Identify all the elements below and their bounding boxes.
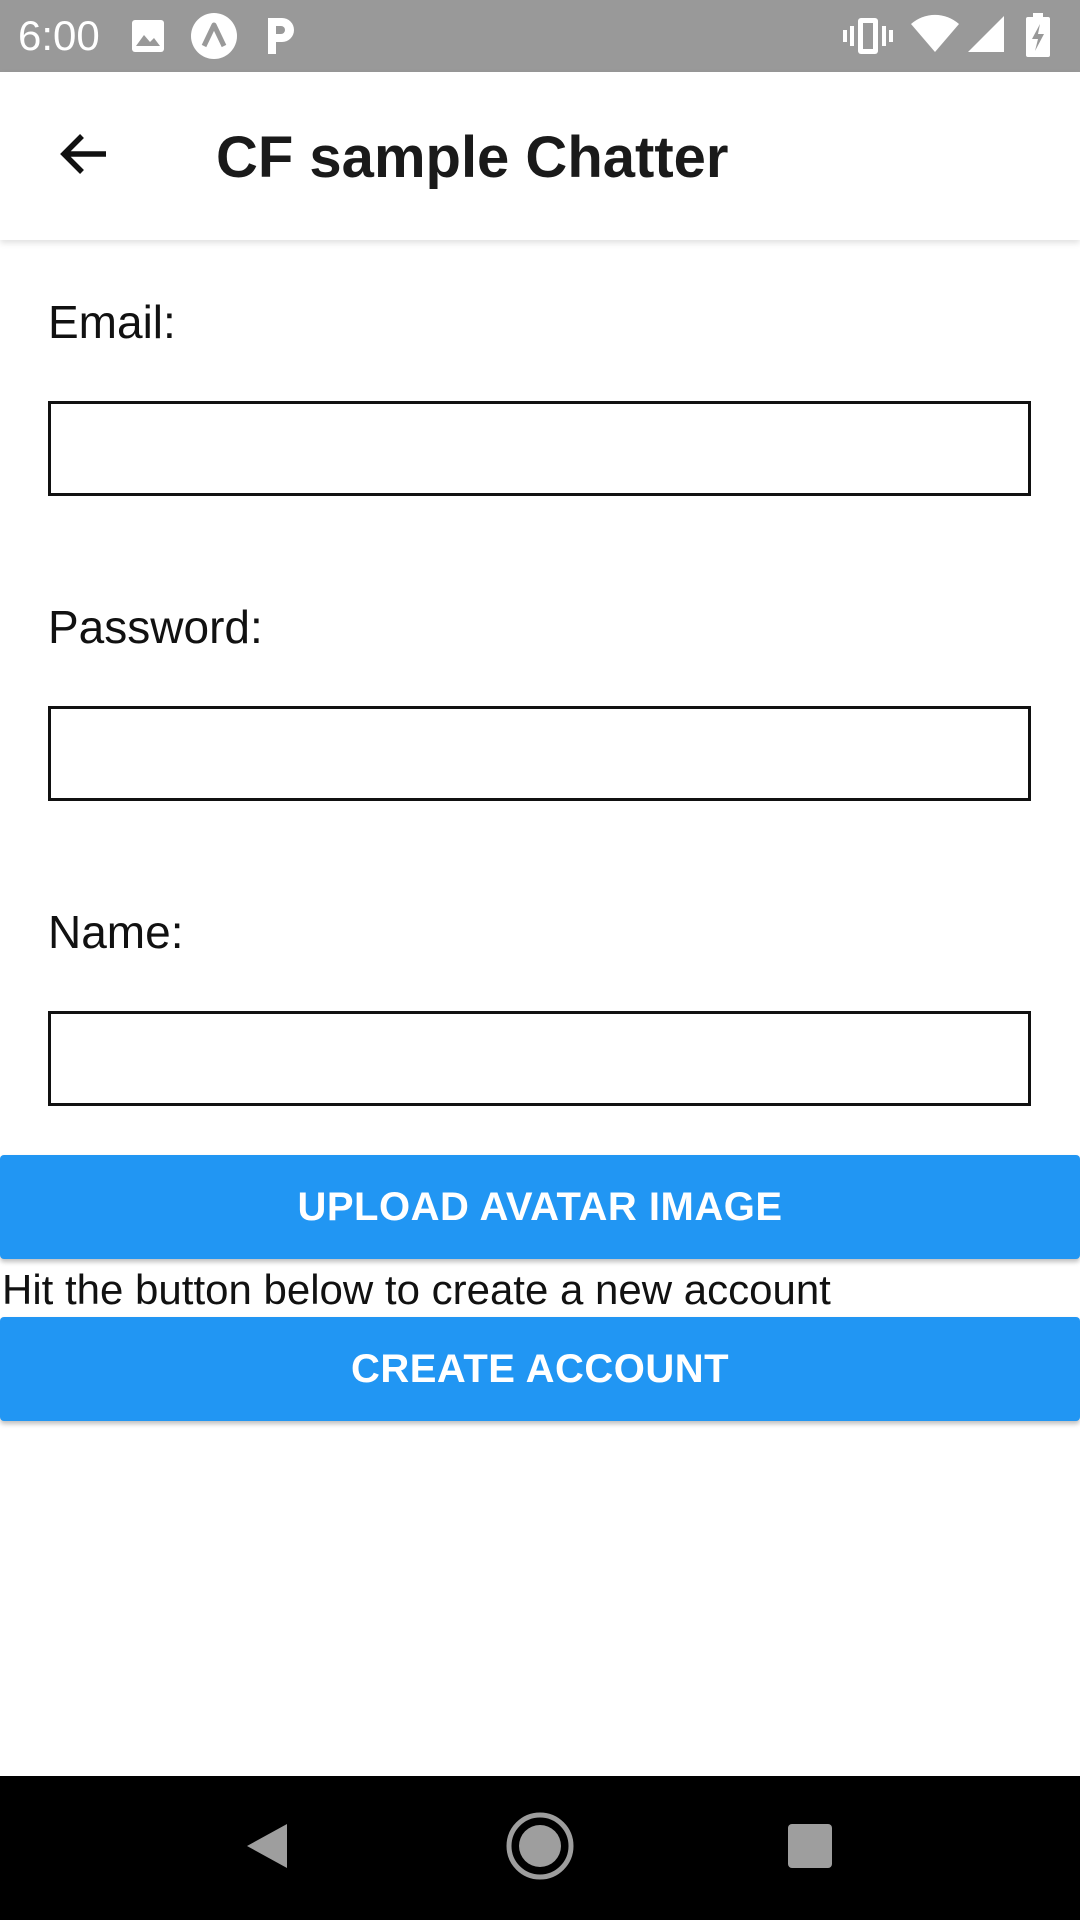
app-bar: CF sample Chatter [0,72,1080,240]
arrow-app-icon [190,12,238,65]
nav-back-button[interactable] [217,1798,317,1898]
email-field[interactable] [48,401,1031,496]
name-field[interactable] [48,1011,1031,1106]
navigation-bar [0,1776,1080,1920]
name-label: Name: [48,906,184,958]
image-icon [130,18,166,59]
vibrate-icon [842,16,894,61]
parking-icon [262,14,298,63]
nav-home-button[interactable] [490,1798,590,1898]
arrow-back-icon [56,126,112,187]
wifi-icon [910,14,960,59]
email-label: Email: [48,296,176,348]
create-account-button[interactable]: CREATE ACCOUNT [0,1317,1080,1421]
password-label: Password: [48,601,263,653]
password-field[interactable] [48,706,1031,801]
status-bar: 6:00 [0,0,1080,72]
battery-charging-icon [1024,12,1052,63]
nav-home-icon [505,1811,575,1886]
nav-back-icon [241,1820,293,1877]
signal-icon [966,14,1006,59]
upload-avatar-button[interactable]: UPLOAD AVATAR IMAGE [0,1155,1080,1259]
back-button[interactable] [40,112,128,200]
status-time: 6:00 [18,12,100,59]
nav-recents-icon [786,1822,834,1875]
nav-recents-button[interactable] [760,1798,860,1898]
page-title: CF sample Chatter [216,125,729,190]
create-account-hint: Hit the button below to create a new acc… [2,1266,831,1313]
